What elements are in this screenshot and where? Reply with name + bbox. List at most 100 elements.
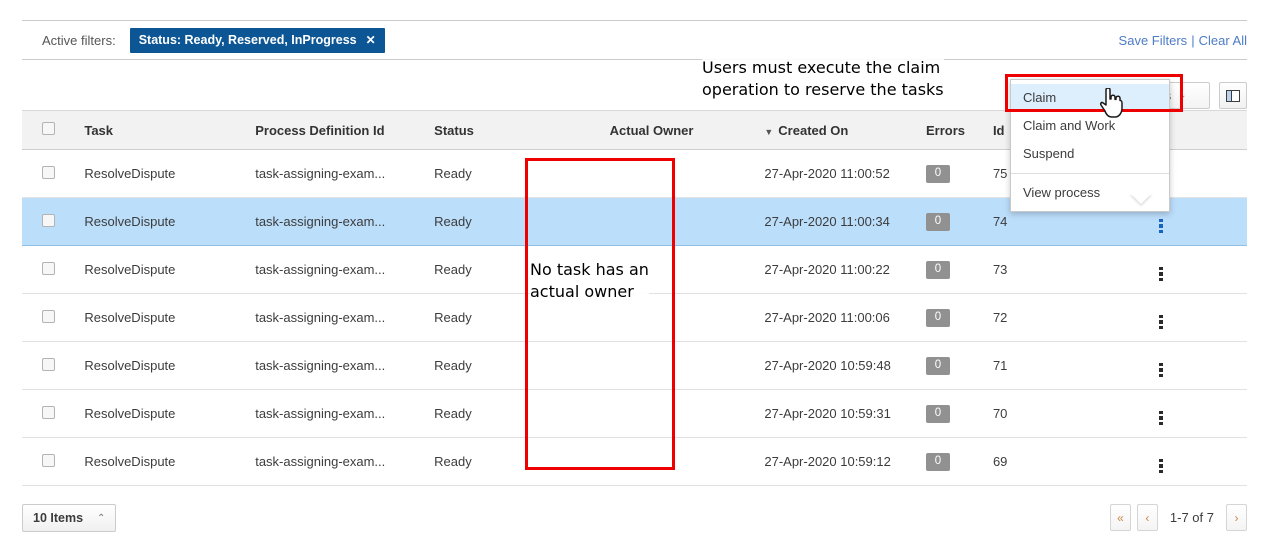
cell-errors: 0	[925, 293, 993, 342]
cell-process-definition-id: task-assigning-exam...	[255, 341, 435, 390]
save-filters-link[interactable]: Save Filters	[1119, 33, 1188, 48]
row-checkbox[interactable]	[42, 213, 55, 227]
cell-created-on: 27-Apr-2020 11:00:52	[764, 149, 926, 198]
cell-id: 73	[992, 245, 1132, 294]
cell-errors: 0	[925, 149, 993, 198]
column-header-select-all[interactable]	[22, 110, 85, 150]
row-select-cell[interactable]	[22, 389, 85, 438]
filter-chip-status[interactable]: Status: Ready, Reserved, InProgress ✕	[129, 27, 385, 53]
cell-errors: 0	[925, 389, 993, 438]
cell-process-definition-id: task-assigning-exam...	[255, 389, 435, 438]
menu-pointer-arrow	[1130, 193, 1152, 204]
pagination-range-label: 1-7 of 7	[1169, 510, 1214, 525]
row-checkbox[interactable]	[42, 453, 55, 467]
page-size-selector[interactable]: 10 Items ⌃	[22, 504, 117, 532]
column-header-actual-owner[interactable]: Actual Owner	[609, 110, 765, 150]
row-checkbox[interactable]	[42, 309, 55, 323]
column-header-created-on[interactable]: ▼ Created On	[764, 110, 926, 150]
cell-task: ResolveDispute	[84, 245, 256, 294]
cell-process-definition-id: task-assigning-exam...	[255, 437, 435, 486]
column-header-process-definition-id[interactable]: Process Definition Id	[255, 110, 435, 150]
column-header-status[interactable]: Status	[434, 110, 610, 150]
errors-badge: 0	[925, 212, 950, 232]
errors-badge: 0	[925, 404, 950, 424]
errors-badge: 0	[925, 164, 950, 184]
cell-created-on: 27-Apr-2020 10:59:12	[764, 437, 926, 486]
errors-badge: 0	[925, 356, 950, 376]
row-actions-menu-icon[interactable]	[1159, 314, 1163, 329]
cell-created-on: 27-Apr-2020 10:59:48	[764, 341, 926, 390]
errors-badge: 0	[925, 308, 950, 328]
annotation-box-claim-menu-item	[1005, 74, 1183, 112]
cell-errors: 0	[925, 341, 993, 390]
row-actions-menu-icon[interactable]	[1159, 362, 1163, 377]
cell-created-on: 27-Apr-2020 11:00:06	[764, 293, 926, 342]
column-header-created-on-label: Created On	[778, 122, 849, 138]
cell-process-definition-id: task-assigning-exam...	[255, 149, 435, 198]
columns-icon	[1226, 89, 1240, 102]
row-select-cell[interactable]	[22, 293, 85, 342]
active-filters-label: Active filters:	[42, 32, 116, 48]
annotation-text-claim-note: Users must execute the claim operation t…	[702, 57, 944, 101]
cell-task: ResolveDispute	[84, 389, 256, 438]
column-settings-button[interactable]	[1219, 82, 1247, 109]
cell-errors: 0	[925, 437, 993, 486]
cell-created-on: 27-Apr-2020 10:59:31	[764, 389, 926, 438]
row-actions-menu-icon[interactable]	[1159, 266, 1163, 281]
errors-badge: 0	[925, 452, 950, 472]
cell-actions	[1131, 293, 1247, 342]
cell-actions	[1131, 341, 1247, 390]
row-actions-menu-icon[interactable]	[1159, 410, 1163, 425]
row-actions-menu-icon[interactable]	[1159, 458, 1163, 473]
menu-item-claim-and-work[interactable]: Claim and Work	[1011, 112, 1169, 140]
cell-task: ResolveDispute	[84, 293, 256, 342]
cell-id: 71	[992, 341, 1132, 390]
row-checkbox[interactable]	[42, 261, 55, 275]
errors-badge: 0	[925, 260, 950, 280]
cell-task: ResolveDispute	[84, 437, 256, 486]
cell-process-definition-id: task-assigning-exam...	[255, 293, 435, 342]
annotation-text-actual-owner: No task has an actual owner	[530, 259, 649, 303]
clear-all-link[interactable]: Clear All	[1199, 33, 1247, 48]
close-icon[interactable]: ✕	[366, 33, 376, 47]
cell-task: ResolveDispute	[84, 341, 256, 390]
cell-actions	[1131, 437, 1247, 486]
row-checkbox[interactable]	[42, 357, 55, 371]
row-checkbox[interactable]	[42, 405, 55, 419]
filter-chip-label: Status: Ready, Reserved, InProgress	[138, 32, 357, 47]
cell-actions	[1131, 389, 1247, 438]
row-select-cell[interactable]	[22, 197, 85, 246]
pagination-controls: « ‹ 1-7 of 7 ›	[1109, 504, 1247, 531]
row-select-cell[interactable]	[22, 149, 85, 198]
menu-separator	[1011, 173, 1169, 174]
page-size-label: 10 Items	[33, 511, 84, 525]
cell-id: 69	[992, 437, 1132, 486]
pagination-first-button[interactable]: «	[1109, 504, 1131, 531]
cell-errors: 0	[925, 245, 993, 294]
row-checkbox[interactable]	[42, 165, 55, 179]
row-select-cell[interactable]	[22, 341, 85, 390]
column-header-task[interactable]: Task	[84, 110, 256, 150]
menu-item-suspend[interactable]: Suspend	[1011, 140, 1169, 168]
cell-errors: 0	[925, 197, 993, 246]
cell-id: 72	[992, 293, 1132, 342]
row-actions-menu-icon[interactable]	[1159, 218, 1163, 233]
pagination-next-button[interactable]: ›	[1226, 504, 1247, 531]
cell-task: ResolveDispute	[84, 197, 256, 246]
cell-created-on: 27-Apr-2020 11:00:22	[764, 245, 926, 294]
row-select-cell[interactable]	[22, 245, 85, 294]
sort-descending-icon: ▼	[764, 126, 774, 137]
row-select-cell[interactable]	[22, 437, 85, 486]
select-all-checkbox[interactable]	[42, 122, 55, 135]
cell-created-on: 27-Apr-2020 11:00:34	[764, 197, 926, 246]
cell-actions	[1131, 245, 1247, 294]
active-filters-bar: Active filters: Status: Ready, Reserved,…	[22, 20, 1247, 60]
cell-process-definition-id: task-assigning-exam...	[255, 197, 435, 246]
filters-separator: |	[1191, 32, 1195, 48]
cell-id: 70	[992, 389, 1132, 438]
pagination-prev-button[interactable]: ‹	[1136, 504, 1158, 531]
chevron-up-icon: ⌃	[97, 512, 106, 524]
cell-task: ResolveDispute	[84, 149, 256, 198]
cell-process-definition-id: task-assigning-exam...	[255, 245, 435, 294]
column-header-errors[interactable]: Errors	[925, 110, 993, 150]
